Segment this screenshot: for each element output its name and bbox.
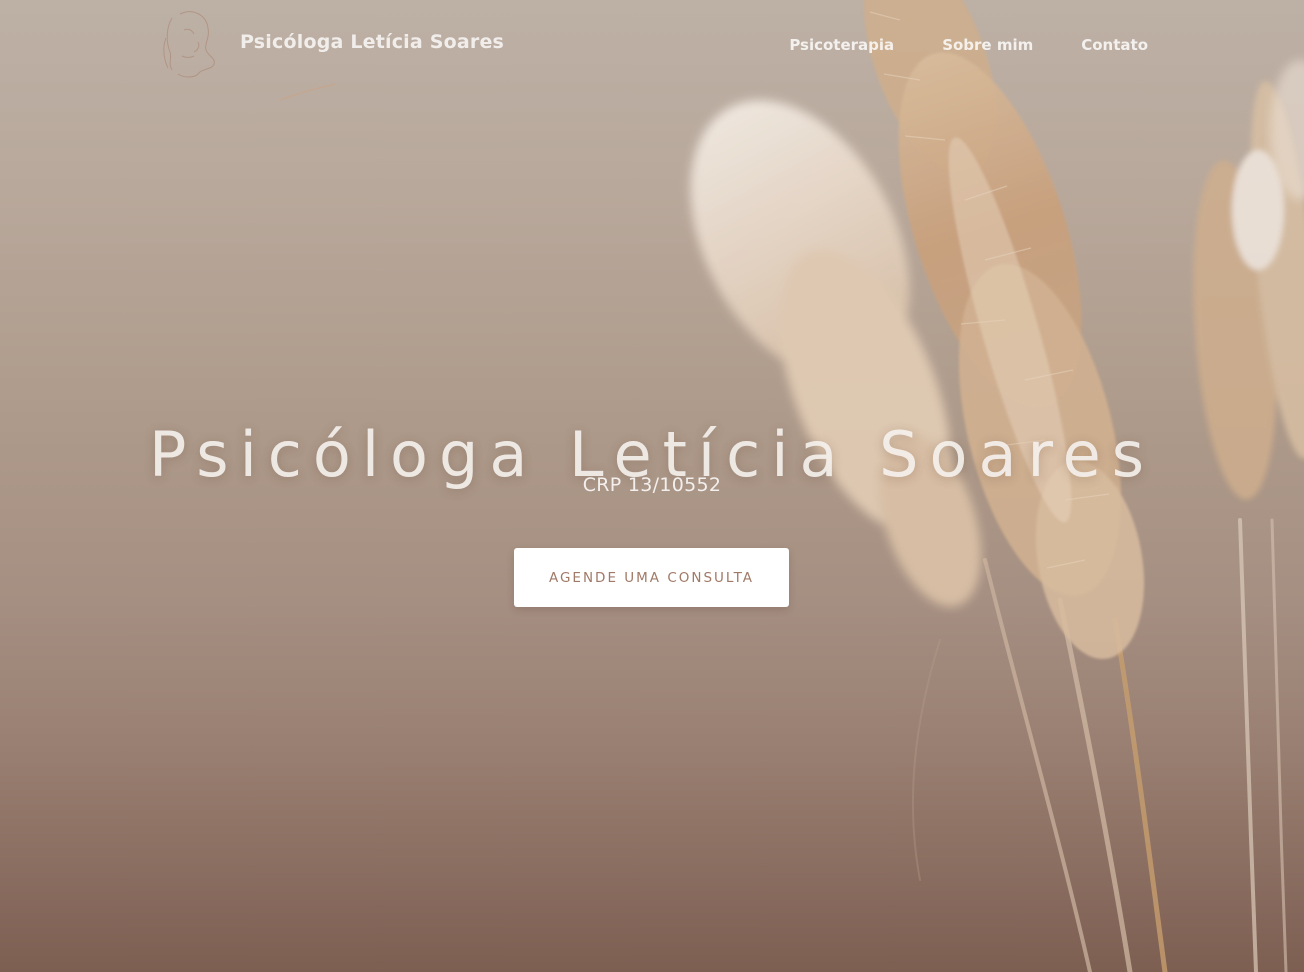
nav-item-contato[interactable]: Contato (1081, 36, 1148, 54)
main-nav: Psicoterapia Sobre mim Contato (789, 36, 1148, 54)
crp-registration: CRP 13/10552 (582, 474, 722, 496)
site-title[interactable]: Psicóloga Letícia Soares (240, 31, 504, 53)
nav-item-psicoterapia[interactable]: Psicoterapia (789, 36, 894, 54)
site-header: Psicóloga Letícia Soares Psicoterapia So… (0, 0, 1304, 90)
hero-section: Psicóloga Letícia Soares Psicoterapia So… (0, 0, 1304, 972)
schedule-appointment-button[interactable]: AGENDE UMA CONSULTA (514, 548, 789, 607)
nav-item-sobre-mim[interactable]: Sobre mim (942, 36, 1033, 54)
face-line-art-logo-icon[interactable] (158, 8, 222, 82)
